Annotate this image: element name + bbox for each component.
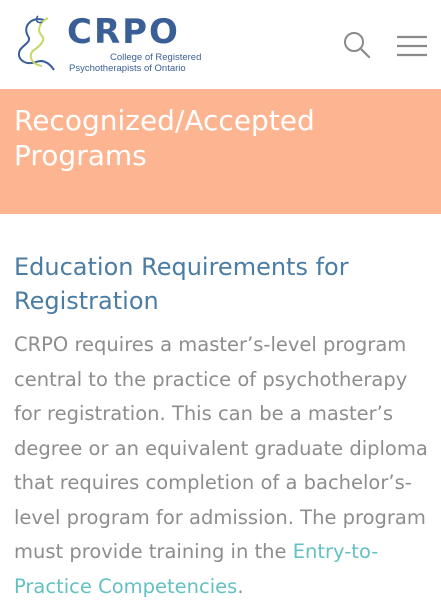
paragraph-text: CRPO requires a master’s-level program c… <box>14 333 428 563</box>
menu-button[interactable] <box>396 34 428 58</box>
page-title: Recognized/Accepted Programs <box>14 104 315 172</box>
logo-mark-icon <box>18 15 55 71</box>
section-heading: Education Requirements for Registration <box>14 253 349 315</box>
search-icon <box>344 32 371 59</box>
paragraph-end: . <box>237 574 244 598</box>
site-header: CRPO College of Registered Psychotherapi… <box>0 0 441 86</box>
hamburger-menu-icon <box>397 35 427 57</box>
main-content: Education Requirements for Registration … <box>14 250 429 600</box>
logo-wordmark: CRPO <box>67 12 180 52</box>
logo-subtitle-line1: College of Registered <box>110 52 202 63</box>
crpo-logo[interactable]: CRPO College of Registered Psychotherapi… <box>14 14 204 74</box>
page-banner: Recognized/Accepted Programs <box>0 89 441 214</box>
requirements-paragraph: CRPO requires a master’s-level program c… <box>14 328 429 600</box>
search-button[interactable] <box>342 30 372 60</box>
logo-subtitle-line2: Psychotherapists of Ontario <box>69 63 186 74</box>
